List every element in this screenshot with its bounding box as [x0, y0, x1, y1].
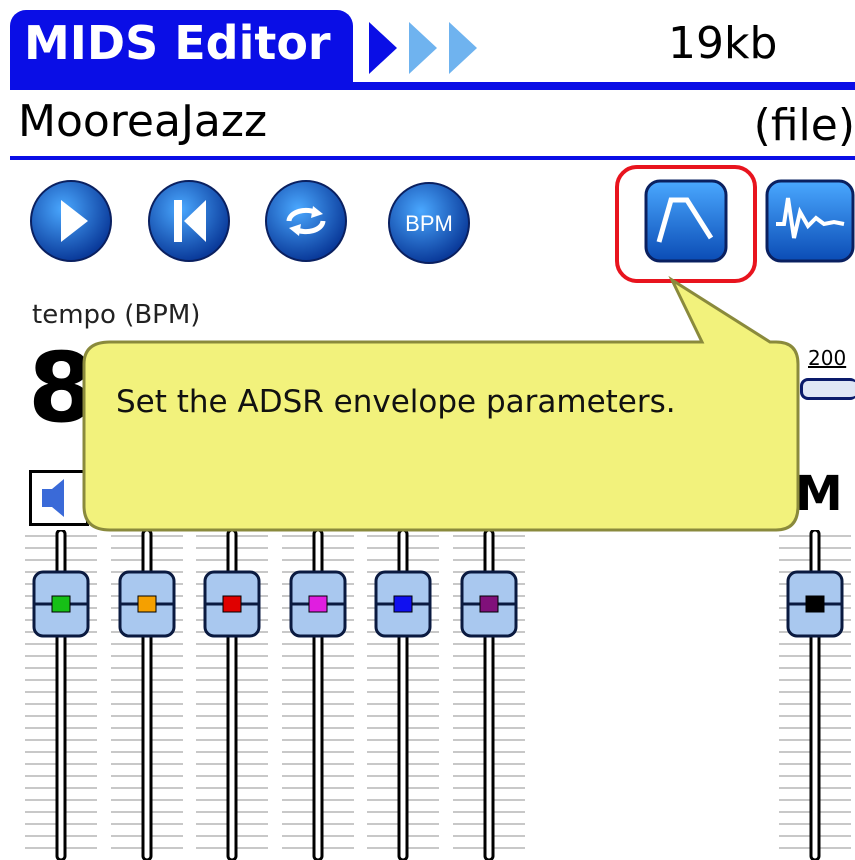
channel-color-swatch	[308, 595, 328, 613]
header-divider	[10, 156, 855, 160]
arrow-3-icon	[449, 22, 477, 74]
channel-color-swatch	[51, 595, 71, 613]
channel-color-swatch	[222, 595, 242, 613]
loop-button[interactable]	[263, 178, 349, 264]
bpm-icon: BPM	[405, 211, 453, 236]
title-bar-divider	[10, 82, 855, 90]
tempo-label: tempo (BPM)	[32, 300, 201, 330]
file-size: 19kb	[668, 18, 778, 69]
mute-toggle[interactable]	[29, 470, 89, 526]
channel-color-swatch	[479, 595, 499, 613]
adsr-envelope-button[interactable]	[643, 178, 729, 264]
app-title: MIDS Editor	[24, 16, 331, 70]
file-menu-label[interactable]: (file)	[754, 100, 855, 151]
arrow-2-icon	[409, 22, 437, 74]
channel-color-swatch	[805, 595, 825, 613]
rewind-button[interactable]	[146, 178, 232, 264]
arrow-1-icon	[369, 22, 397, 74]
master-label: M	[795, 466, 843, 522]
tooltip-text: Set the ADSR envelope parameters.	[116, 384, 676, 420]
waveform-button[interactable]	[764, 178, 855, 264]
channel-color-swatch	[393, 595, 413, 613]
channel-fader-2[interactable]	[111, 530, 183, 860]
channel-fader-1[interactable]	[25, 530, 97, 860]
master-fader[interactable]	[779, 530, 851, 860]
speaker-icon	[42, 479, 64, 517]
app-title-tab[interactable]: MIDS Editor	[10, 10, 353, 82]
play-button[interactable]	[28, 178, 114, 264]
document-name[interactable]: MooreaJazz	[18, 96, 267, 147]
channel-color-swatch	[137, 595, 157, 613]
arrow-indicators	[369, 22, 477, 74]
tempo-max-label: 200	[808, 346, 847, 370]
channel-fader-6[interactable]	[453, 530, 525, 860]
channel-fader-3[interactable]	[196, 530, 268, 860]
mixer-faders	[25, 530, 851, 860]
tempo-value: 8	[28, 332, 95, 444]
channel-fader-5[interactable]	[367, 530, 439, 860]
tempo-slider[interactable]	[800, 378, 855, 400]
bpm-button[interactable]: BPM	[386, 180, 472, 266]
channel-fader-4[interactable]	[282, 530, 354, 860]
